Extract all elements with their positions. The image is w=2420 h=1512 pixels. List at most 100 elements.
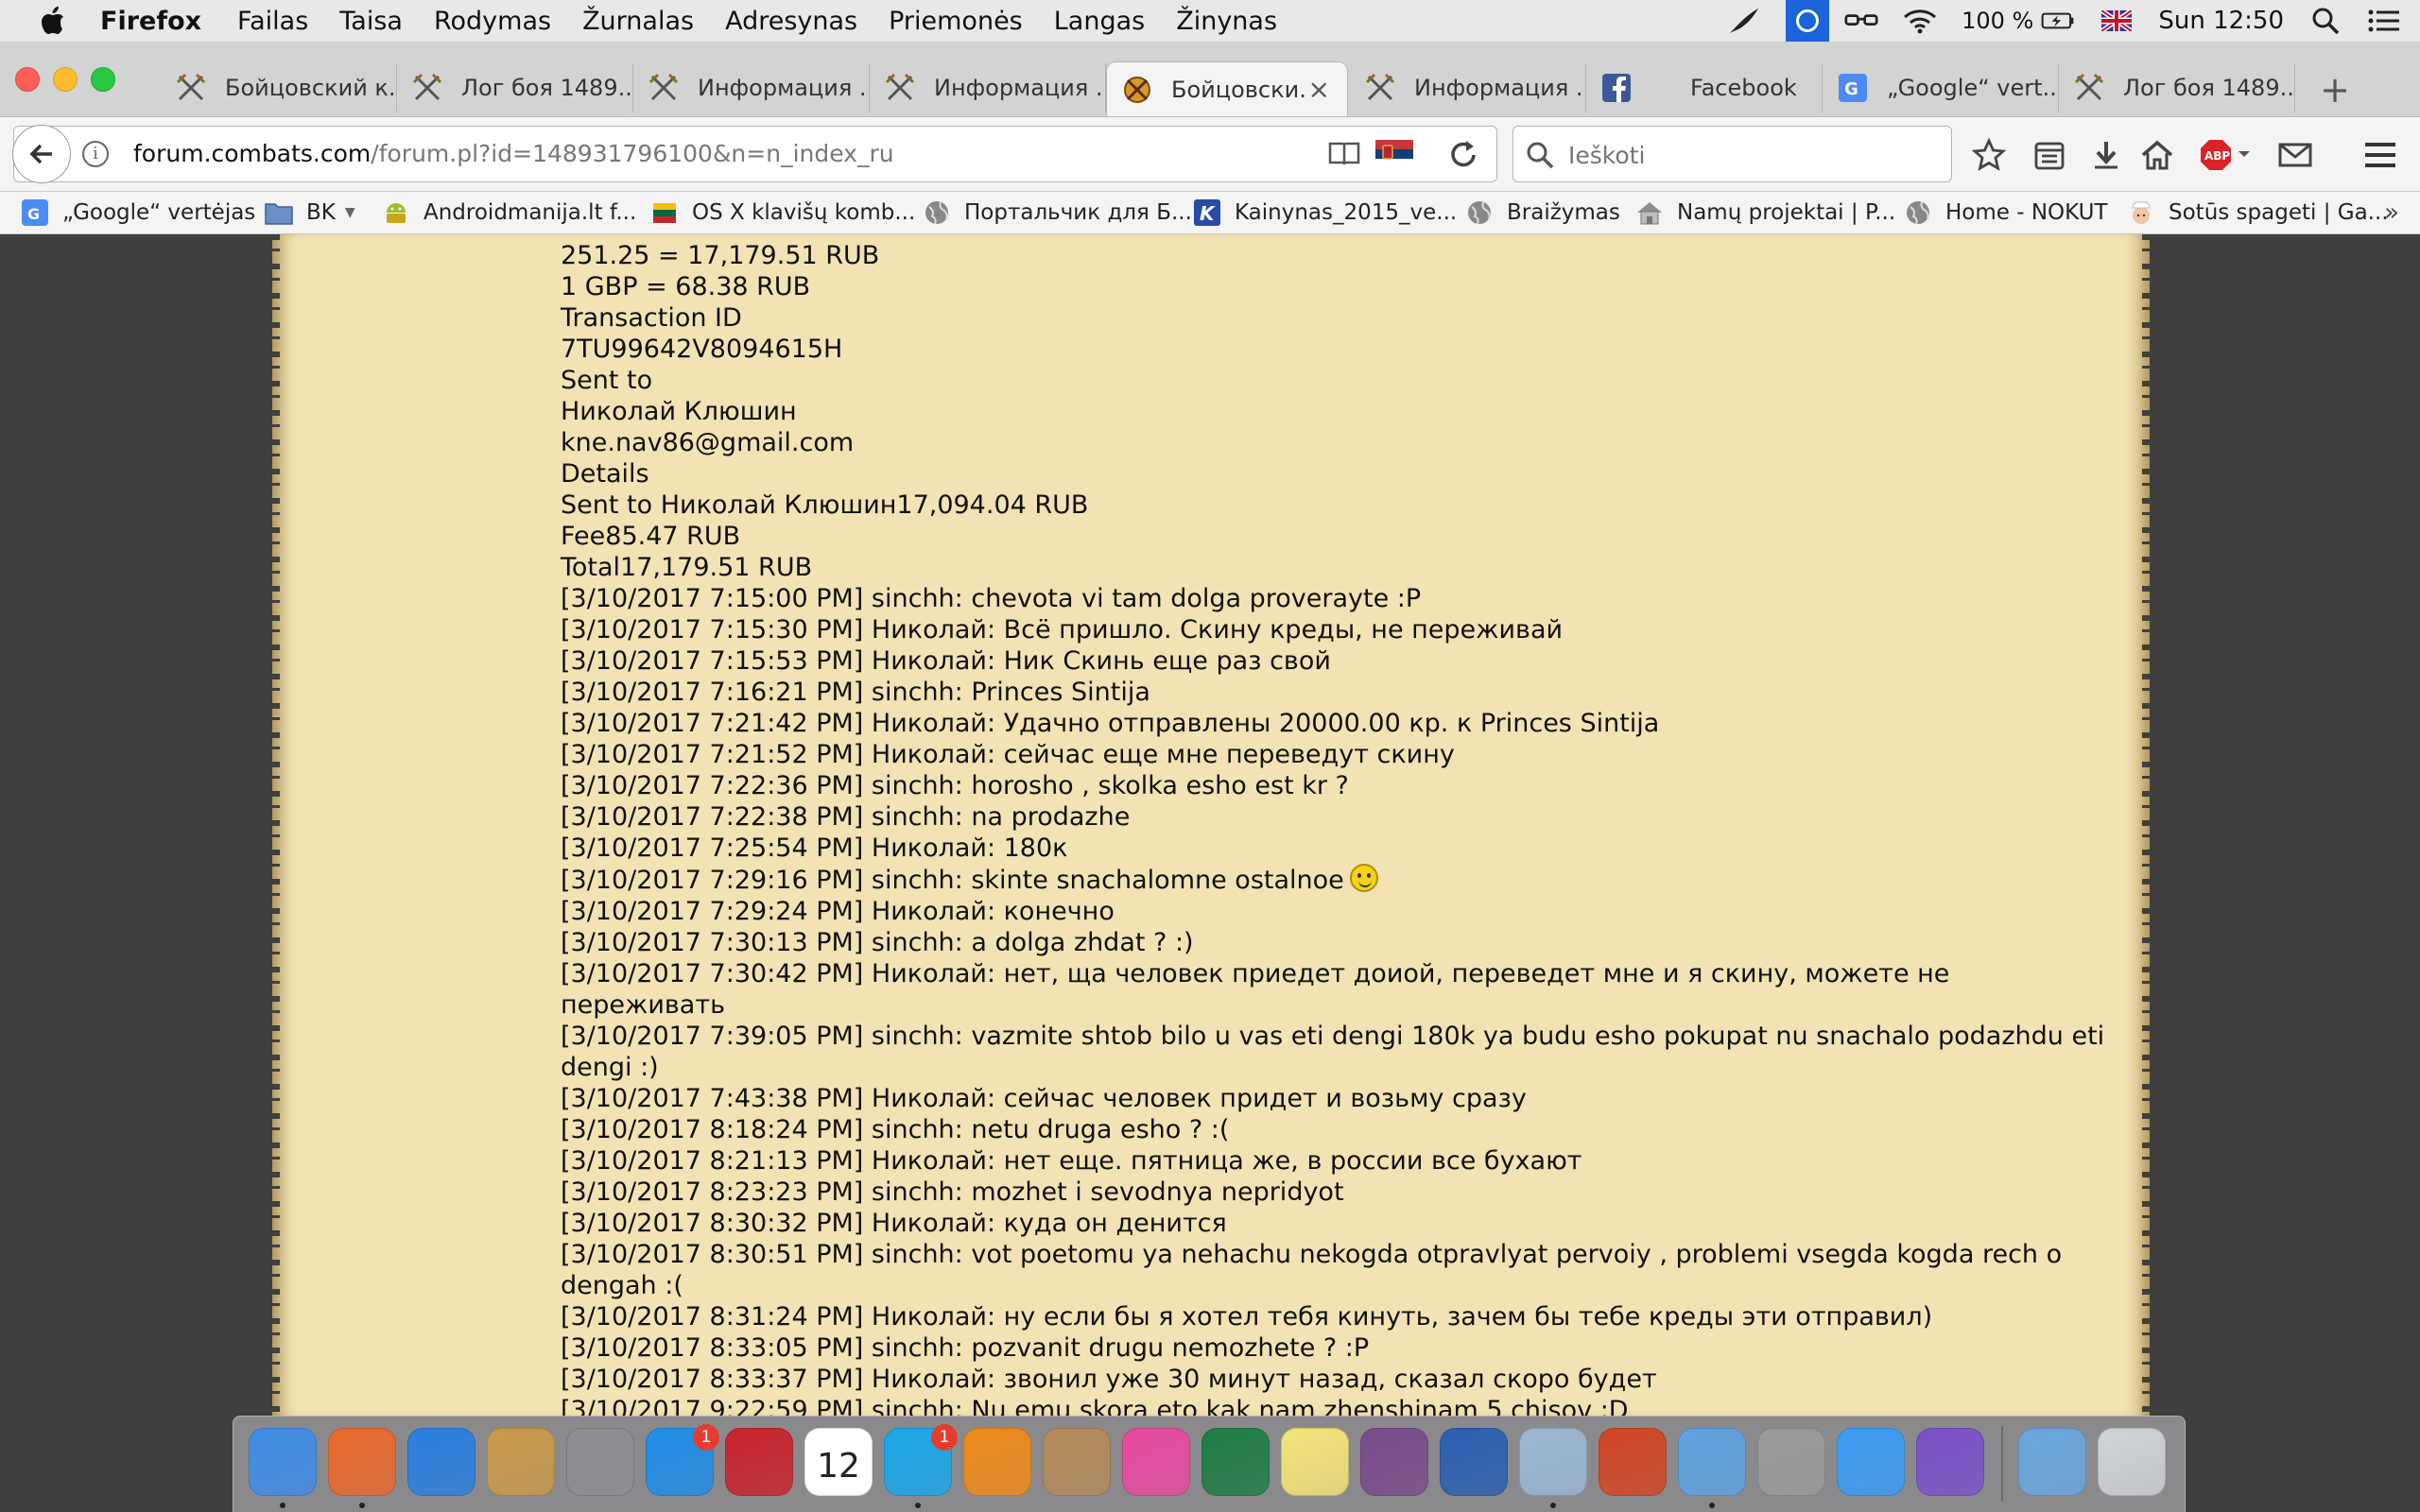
globe-icon	[923, 198, 951, 227]
search-input[interactable]	[1566, 136, 1929, 174]
flag-serbia-icon[interactable]	[1375, 140, 1413, 168]
feather-icon[interactable]	[1727, 7, 1761, 35]
back-button[interactable]	[12, 125, 71, 183]
tab-label: „Google“ vert...	[1887, 75, 2058, 101]
notes-icon[interactable]	[1281, 1428, 1349, 1496]
system-preferences-icon[interactable]	[1678, 1428, 1746, 1496]
notification-badge: 1	[693, 1424, 719, 1451]
itunes-icon[interactable]	[1122, 1428, 1190, 1496]
bookmark-namu-projektai[interactable]: Namų projektai | P...	[1635, 198, 1895, 228]
calendar-icon[interactable]: 12	[804, 1428, 873, 1496]
menu-taisa[interactable]: Taisa	[339, 7, 403, 36]
bookmark-sotus-spageti[interactable]: Sotūs spageti | Ga...	[2127, 198, 2389, 228]
preview-icon[interactable]	[1519, 1428, 1587, 1496]
apple-logo-icon[interactable]	[38, 5, 66, 37]
downloads-arrow-icon[interactable]	[2087, 136, 2125, 174]
messages-icon[interactable]	[1837, 1428, 1905, 1496]
site-info-icon[interactable]: i	[82, 141, 109, 167]
photo-booth-icon[interactable]	[1360, 1428, 1428, 1496]
menu-priemones[interactable]: Priemonės	[889, 7, 1023, 36]
autocad-icon[interactable]	[725, 1428, 793, 1496]
viber-icon[interactable]	[1916, 1428, 1984, 1496]
menu-app-firefox[interactable]: Firefox	[100, 7, 201, 36]
url-bar[interactable]: i forum.combats.com/forum.pl?id=14893179…	[12, 125, 1497, 183]
launchpad-icon[interactable]	[566, 1428, 634, 1496]
post-line: [3/10/2017 8:31:24 PM] Николай: ну если …	[561, 1302, 1933, 1332]
menu-zinynas[interactable]: Žinynas	[1176, 7, 1277, 36]
adblock-plus-icon[interactable]: ABP	[2199, 136, 2252, 174]
excel-icon[interactable]	[1201, 1428, 1270, 1496]
home-icon[interactable]	[2138, 136, 2176, 174]
word-icon[interactable]	[1440, 1428, 1508, 1496]
spotlight-search-icon[interactable]	[2308, 7, 2342, 35]
reader-view-icon[interactable]	[1328, 140, 1360, 168]
bookmark-androidmanija[interactable]: Androidmanija.lt f...	[382, 198, 636, 228]
facebook-icon	[1601, 73, 1632, 103]
menu-bar-clock[interactable]: Sun 12:50	[2158, 7, 2284, 35]
desktop-bottom: 1 12 1	[0, 1416, 2420, 1512]
menu-adresynas[interactable]: Adresynas	[725, 7, 857, 36]
tab-9[interactable]: Лог боя 1489...	[2059, 63, 2295, 112]
vlc-icon[interactable]	[963, 1428, 1031, 1496]
circle-app-icon[interactable]	[1786, 0, 1830, 42]
menu-zurnalas[interactable]: Žurnalas	[582, 7, 694, 36]
post-line: [3/10/2017 7:43:38 PM] Николай: сейчас ч…	[561, 1084, 1527, 1113]
bookmark-google-translate[interactable]: G „Google“ vertėjas	[21, 198, 255, 228]
bookmark-home-nokut[interactable]: Home - NOKUT	[1904, 198, 2108, 228]
firefox-icon[interactable]	[328, 1428, 396, 1496]
bookmark-kainynas[interactable]: K Kainynas_2015_ve...	[1193, 198, 1457, 228]
archive-utility-icon[interactable]	[487, 1428, 555, 1496]
powerpoint-icon[interactable]	[1599, 1428, 1667, 1496]
downloads-icon[interactable]	[2018, 1428, 2086, 1496]
menu-rodymas[interactable]: Rodymas	[434, 7, 551, 36]
post-line: 251.25 = 17,179.51 RUB	[561, 241, 880, 270]
glasses-icon[interactable]	[1844, 7, 1878, 35]
hamburger-menu-icon[interactable]	[2361, 136, 2399, 174]
bookmark-braizymas[interactable]: Braižymas	[1465, 198, 1620, 228]
tab-5-active[interactable]: Бойцовски... ×	[1106, 61, 1348, 116]
menu-langas[interactable]: Langas	[1054, 7, 1145, 36]
menu-failas[interactable]: Failas	[237, 7, 308, 36]
wifi-icon[interactable]	[1903, 7, 1937, 35]
app-store-icon[interactable]: 1	[646, 1424, 719, 1496]
tab-3[interactable]: Информация ...	[633, 63, 870, 112]
url-text[interactable]: forum.combats.com/forum.pl?id=1489317961…	[133, 140, 894, 167]
boot-camp-icon[interactable]	[1757, 1428, 1825, 1496]
post-line: [3/10/2017 8:33:37 PM] Николай: звонил у…	[561, 1365, 1657, 1394]
tab-6[interactable]: Информация ...	[1350, 63, 1586, 112]
safari-icon[interactable]	[407, 1428, 475, 1496]
post-line: [3/10/2017 7:22:36 PM] sinchh: horosho ,…	[561, 771, 1349, 800]
flag-lt-icon	[650, 198, 679, 227]
post-line: Total17,179.51 RUB	[561, 553, 813, 582]
bookmark-folder-bk[interactable]: BK ▼	[265, 198, 355, 228]
battery-charging-icon[interactable]	[2041, 7, 2075, 35]
skype-icon[interactable]: 1	[884, 1424, 958, 1496]
bookmark-portalchik[interactable]: Портальчик для Б...	[923, 198, 1192, 228]
browser-tab-strip: Бойцовский к... Лог боя 1489... Информац…	[0, 43, 2420, 117]
window-zoom-button[interactable]	[91, 67, 115, 92]
flag-uk-input-icon[interactable]	[2100, 7, 2134, 35]
window-close-button[interactable]	[15, 67, 40, 92]
contacts-icon[interactable]	[1043, 1428, 1111, 1496]
bookmark-star-icon[interactable]	[1970, 136, 2008, 174]
tab-2[interactable]: Лог боя 1489...	[397, 63, 633, 112]
tab-4[interactable]: Информация ...	[870, 63, 1106, 112]
tab-label: Лог боя 1489...	[2123, 75, 2294, 101]
bookmarks-overflow-chevron-icon[interactable]: »	[2384, 198, 2399, 228]
post-line: Sent to	[561, 366, 653, 395]
notification-center-icon[interactable]	[2367, 7, 2401, 35]
bookmark-osx-shortcuts[interactable]: OS X klavišų komb...	[650, 198, 915, 228]
bookmarks-list-icon[interactable]	[2031, 136, 2068, 174]
trash-icon[interactable]	[2098, 1428, 2166, 1496]
new-tab-plus-icon[interactable]: +	[2316, 71, 2354, 109]
tab-8[interactable]: G „Google“ vert...	[1823, 63, 2059, 112]
reload-icon[interactable]	[1446, 138, 1480, 172]
svg-text:G: G	[1844, 79, 1858, 99]
window-minimize-button[interactable]	[53, 67, 78, 92]
mail-icon[interactable]	[2276, 136, 2314, 174]
tab-1[interactable]: Бойцовский к...	[161, 63, 397, 112]
tab-close-icon[interactable]: ×	[1308, 74, 1330, 105]
search-bar[interactable]	[1512, 126, 1952, 182]
tab-7[interactable]: Facebook	[1586, 63, 1823, 112]
finder-icon[interactable]	[249, 1428, 317, 1496]
